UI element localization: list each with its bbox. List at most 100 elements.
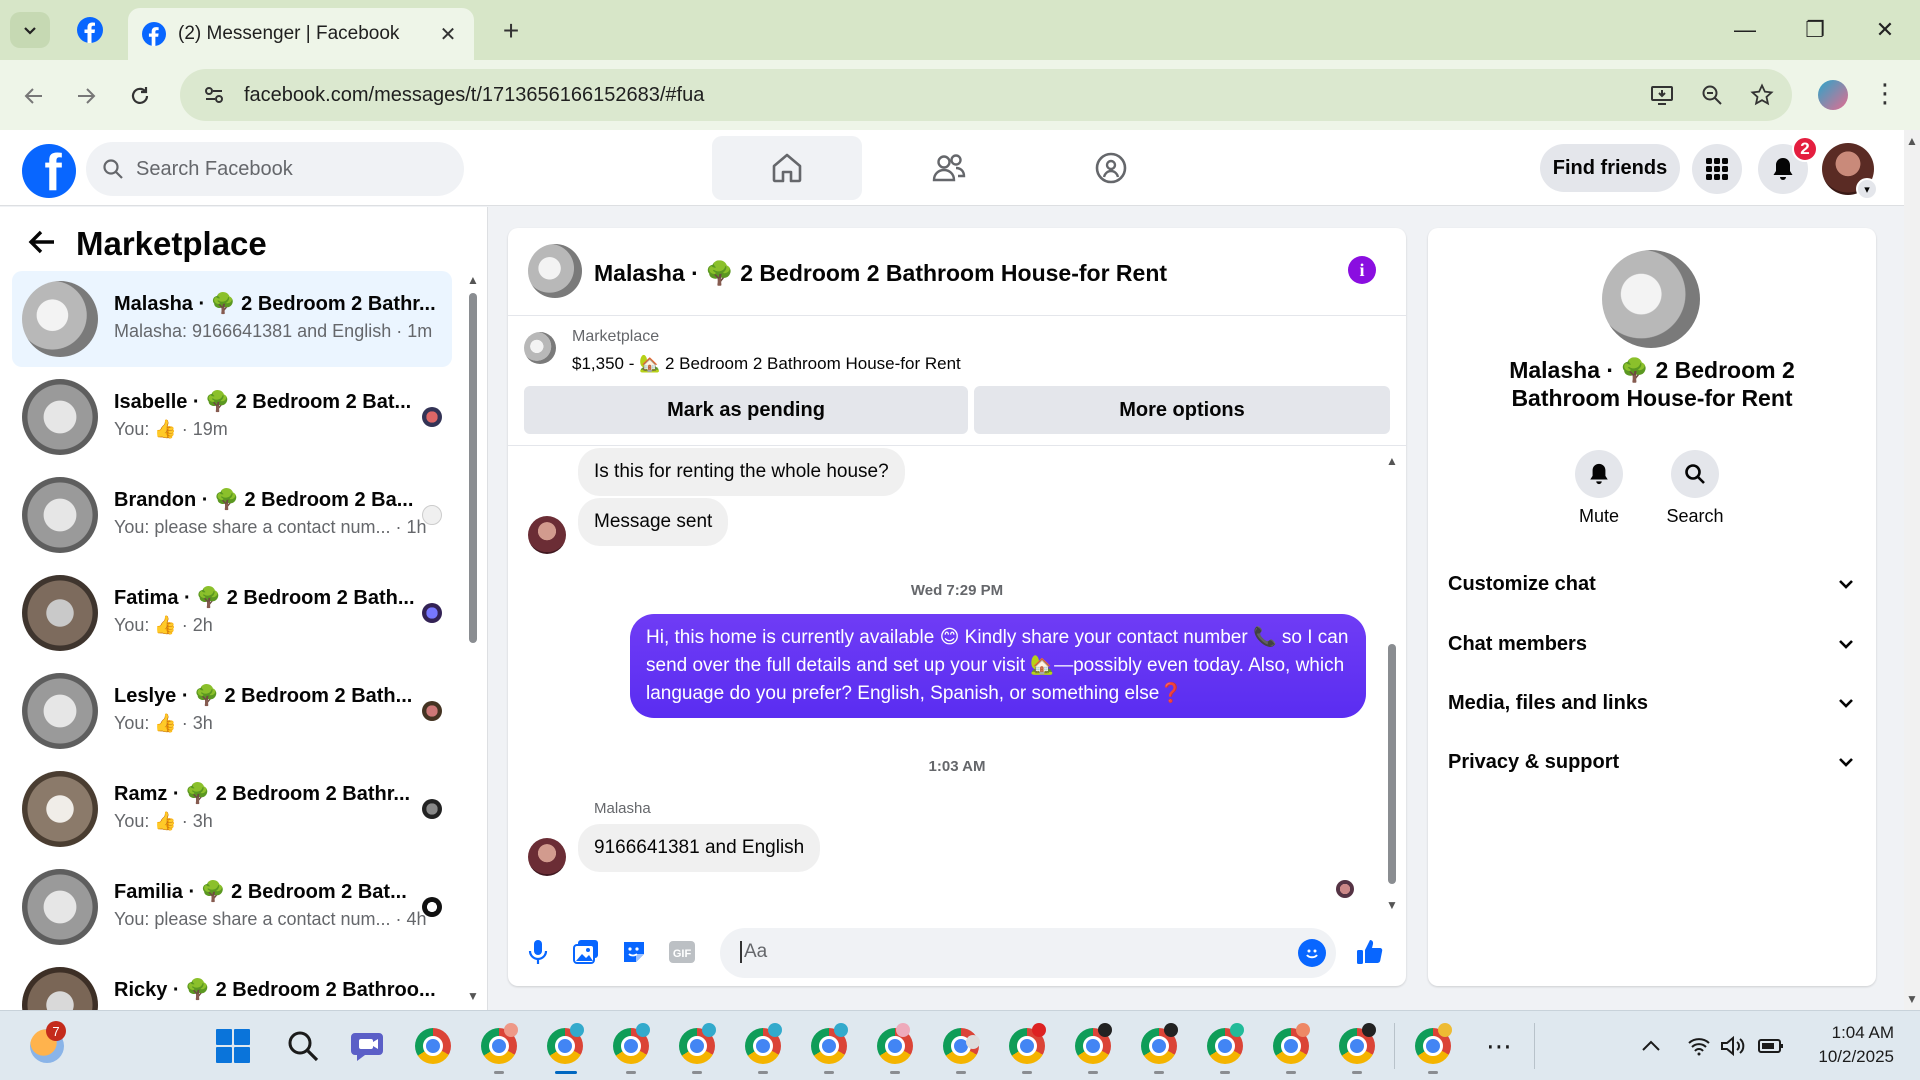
list-item[interactable]: Ramz · 🌳 2 Bedroom 2 Bathr... You: 👍 · 3… [12,761,452,857]
facebook-logo[interactable]: f [22,144,76,198]
scrollbar-thumb[interactable] [1388,644,1396,884]
sender-avatar[interactable] [528,838,566,876]
minimize-button[interactable]: — [1710,0,1780,60]
facebook-search-input[interactable]: Search Facebook [86,142,464,196]
scroll-up-icon[interactable]: ▲ [1906,134,1918,148]
search-conversation-button[interactable]: Search [1650,450,1740,527]
zoom-icon[interactable] [1696,79,1728,111]
conversation-name: Leslye · 🌳 2 Bedroom 2 Bath... [114,685,413,707]
more-apps-icon[interactable]: ⋯ [1478,1025,1520,1067]
omnibox[interactable]: facebook.com/messages/t/1713656166152683… [180,69,1792,121]
microphone-icon[interactable] [524,938,552,966]
privacy-support-row[interactable]: Privacy & support [1448,742,1856,782]
tab-search-button[interactable] [10,12,50,48]
nav-groups[interactable] [1036,136,1186,200]
profile-badge [1362,1023,1376,1037]
system-clock[interactable]: 1:04 AM 10/2/2025 [1818,1021,1894,1069]
facebook-header: f Search Facebook Find friends 2 ▾ [0,130,1904,206]
url-text[interactable]: facebook.com/messages/t/1713656166152683… [244,84,704,107]
image-icon[interactable] [572,938,600,966]
restore-button[interactable]: ❐ [1780,0,1850,60]
back-button[interactable] [16,78,52,114]
sticker-icon[interactable] [620,938,648,966]
forward-button[interactable] [68,78,104,114]
start-icon[interactable] [212,1025,254,1067]
scroll-down-icon[interactable]: ▼ [1906,992,1918,1006]
chrome-profile-taskbar-icon[interactable] [1270,1023,1312,1067]
sender-avatar[interactable] [528,516,566,554]
seen-avatar [422,897,442,917]
listing-thumbnail [22,967,98,1010]
gif-icon[interactable]: GIF [668,938,696,966]
media-files-links-row[interactable]: Media, files and links [1448,683,1856,723]
chrome-profile-taskbar-icon[interactable] [1412,1023,1454,1067]
chrome-profile-taskbar-icon[interactable] [1006,1023,1048,1067]
chat-scrollbar[interactable]: ▲ ▼ [1384,454,1400,914]
list-item[interactable]: Leslye · 🌳 2 Bedroom 2 Bath... You: 👍 · … [12,663,452,759]
scroll-up-icon[interactable]: ▲ [467,273,479,287]
bookmark-star-icon[interactable] [1746,79,1778,111]
mute-button[interactable]: Mute [1554,450,1644,527]
chrome-profile-taskbar-icon[interactable] [742,1023,784,1067]
chrome-profile-taskbar-icon[interactable] [808,1023,850,1067]
scroll-down-icon[interactable]: ▼ [1386,898,1398,912]
chrome-profile-taskbar-icon[interactable] [1336,1023,1378,1067]
active-tab[interactable]: (2) Messenger | Facebook ✕ [128,8,474,60]
install-app-icon[interactable] [1646,79,1678,111]
taskbar-search-icon[interactable] [282,1025,324,1067]
conversation-list-scrollbar[interactable]: ▲ ▼ [466,273,480,1003]
more-options-button[interactable]: More options [974,386,1390,434]
chrome-profile-taskbar-icon[interactable] [1072,1023,1114,1067]
chat-members-row[interactable]: Chat members [1448,624,1856,664]
scroll-up-icon[interactable]: ▲ [1386,454,1398,468]
info-icon[interactable]: i [1348,256,1376,284]
nav-home[interactable] [712,136,862,200]
chevron-up-icon[interactable] [1630,1025,1672,1067]
taskbar-divider [1534,1023,1535,1069]
chat-listing-thumbnail[interactable] [528,244,582,298]
menu-button[interactable] [1692,144,1742,194]
new-tab-button[interactable]: + [494,14,528,48]
find-friends-button[interactable]: Find friends [1540,144,1680,192]
chrome-profile-taskbar-icon[interactable] [610,1023,652,1067]
customize-chat-row[interactable]: Customize chat [1448,564,1856,604]
emoji-icon[interactable] [1298,939,1326,967]
thumbs-up-icon[interactable] [1356,938,1384,966]
list-item[interactable]: Malasha · 🌳 2 Bedroom 2 Bathr... Malasha… [12,271,452,367]
chrome-profile-taskbar-icon[interactable] [1204,1023,1246,1067]
battery-icon[interactable] [1750,1025,1792,1067]
listing-avatar[interactable] [1602,250,1700,348]
message-input[interactable]: Aa [720,928,1336,978]
volume-icon[interactable] [1712,1025,1754,1067]
scroll-down-icon[interactable]: ▼ [467,989,479,1003]
listing-price[interactable]: $1,350 - 🏡 2 Bedroom 2 Bathroom House-fo… [572,354,961,374]
browser-menu-icon[interactable]: ⋮ [1872,78,1898,109]
chrome-profile-taskbar-icon[interactable] [874,1023,916,1067]
scrollbar-thumb[interactable] [469,293,477,643]
chrome-profile-taskbar-icon[interactable] [1138,1023,1180,1067]
list-item[interactable]: Fatima · 🌳 2 Bedroom 2 Bath... You: 👍 · … [12,565,452,661]
list-item[interactable]: Brandon · 🌳 2 Bedroom 2 Ba... You: pleas… [12,467,452,563]
chrome-taskbar-icon[interactable] [412,1025,454,1067]
chrome-profile-taskbar-icon[interactable] [478,1023,520,1067]
reload-button[interactable] [122,78,158,114]
browser-profile-avatar[interactable] [1818,80,1848,110]
page-scrollbar[interactable]: ▲ ▼ [1904,130,1920,1010]
chrome-profile-taskbar-icon[interactable] [676,1023,718,1067]
close-tab-icon[interactable]: ✕ [436,22,460,47]
mark-as-pending-button[interactable]: Mark as pending [524,386,968,434]
list-item[interactable]: Familia · 🌳 2 Bedroom 2 Bat... You: plea… [12,859,452,955]
list-item[interactable]: Isabelle · 🌳 2 Bedroom 2 Bat... You: 👍 ·… [12,369,452,465]
listing-thumbnail[interactable] [524,332,556,364]
close-window-button[interactable]: ✕ [1850,0,1920,60]
meet-chat-icon[interactable] [348,1025,390,1067]
chat-title[interactable]: Malasha · 🌳 2 Bedroom 2 Bathroom House-f… [594,260,1167,287]
list-item[interactable]: Ricky · 🌳 2 Bedroom 2 Bathroo... [12,957,452,1010]
chrome-profile-taskbar-icon[interactable] [940,1025,982,1067]
pinned-tab-facebook[interactable] [70,14,110,46]
nav-friends[interactable] [874,136,1024,200]
site-info-icon[interactable] [198,79,230,111]
account-menu-chevron-icon[interactable]: ▾ [1856,178,1878,200]
chrome-profile-taskbar-icon[interactable] [544,1023,586,1067]
back-arrow-icon[interactable] [28,229,56,263]
